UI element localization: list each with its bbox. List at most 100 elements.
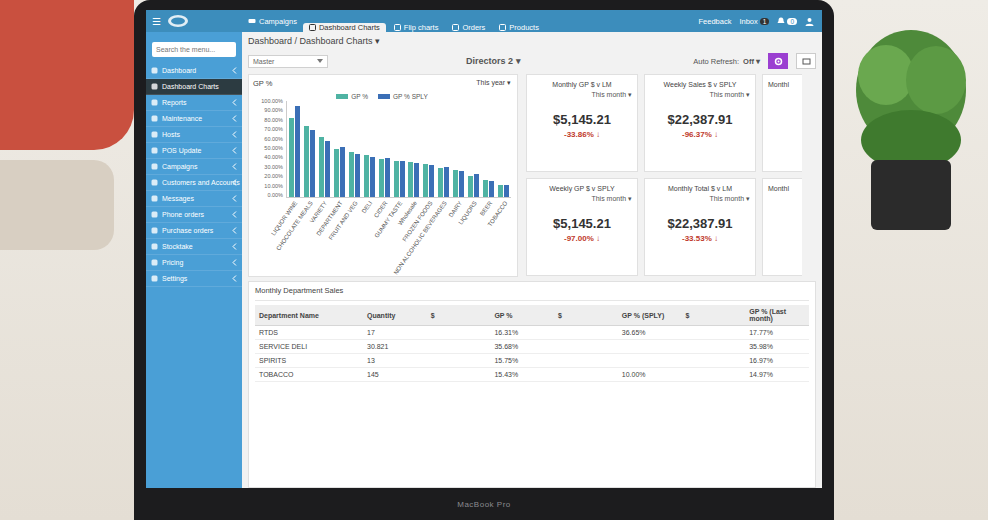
alerts-button[interactable]: 0 (777, 17, 797, 25)
sidebar-item[interactable]: Maintenance (146, 111, 242, 127)
tab[interactable]: Products (493, 23, 545, 32)
campaigns-link[interactable]: Campaigns (242, 17, 303, 26)
tab[interactable]: Dashboard Charts (303, 23, 386, 32)
bar[interactable] (429, 165, 434, 197)
legend-item[interactable]: GP % SPLY (378, 91, 428, 101)
table-row[interactable]: SPIRITS1315.75%16.97% (255, 354, 809, 368)
card-period-select[interactable]: This month ▾ (709, 91, 750, 99)
chair (0, 160, 114, 250)
table-header[interactable]: $ (554, 305, 618, 326)
user-icon[interactable] (805, 17, 814, 26)
bar[interactable] (408, 162, 413, 197)
table-row[interactable]: RTDS1716.31%36.65%17.77% (255, 326, 809, 340)
expand-button[interactable] (796, 53, 816, 69)
tab[interactable]: Flip charts (388, 23, 445, 32)
table-header[interactable]: GP % (SPLY) (618, 305, 682, 326)
sidebar-item[interactable]: Customers and Accounts (146, 175, 242, 191)
card-period-select[interactable]: This month ▾ (591, 195, 632, 203)
y-tick: 70.00% (264, 126, 283, 132)
bar[interactable] (310, 130, 315, 197)
table-header[interactable]: GP % (490, 305, 554, 326)
x-label: FRUIT AND VEG (327, 200, 358, 241)
bar[interactable] (498, 185, 503, 197)
menu-button[interactable]: ☰ (152, 16, 161, 27)
bar[interactable] (483, 180, 488, 197)
legend-item[interactable]: GP % (336, 91, 368, 101)
breadcrumb[interactable]: Dashboard / Dashboard Charts ▾ (248, 36, 822, 48)
x-label-cell: LIQUORS (466, 198, 481, 272)
sidebar-item[interactable]: Hosts (146, 127, 242, 143)
dashboard-title[interactable]: Directors 2 ▾ (466, 56, 521, 66)
bar[interactable] (334, 149, 339, 197)
bar[interactable] (504, 185, 509, 197)
tab-icon (452, 24, 459, 31)
bar[interactable] (289, 118, 294, 197)
card-change: -33.53% ↓ (682, 234, 718, 243)
bar[interactable] (453, 170, 458, 197)
bar[interactable] (489, 181, 494, 197)
sidebar-item[interactable]: Campaigns (146, 159, 242, 175)
bar[interactable] (423, 164, 428, 197)
sidebar-item[interactable]: Messages (146, 191, 242, 207)
bar[interactable] (468, 176, 473, 197)
bar[interactable] (414, 163, 419, 197)
store-select[interactable]: Master (248, 55, 328, 68)
table-header[interactable]: Quantity (363, 305, 427, 326)
card-period-select[interactable]: This month ▾ (709, 195, 750, 203)
bar[interactable] (459, 171, 464, 197)
feedback-link[interactable]: Feedback (698, 17, 731, 26)
bar[interactable] (394, 161, 399, 197)
sidebar-item[interactable]: Dashboard (146, 63, 242, 79)
menu-item-icon (151, 179, 158, 186)
table-header[interactable]: GP % (Last month) (745, 305, 809, 326)
card-period-select[interactable]: This month ▾ (591, 91, 632, 99)
sidebar-item[interactable]: Stocktake (146, 239, 242, 255)
table-cell: 30.821 (363, 340, 427, 354)
sidebar-item[interactable]: Reports (146, 95, 242, 111)
bar[interactable] (355, 154, 360, 197)
sidebar-item[interactable]: Pricing (146, 255, 242, 271)
plant-icon (841, 20, 981, 230)
bar[interactable] (444, 167, 449, 197)
bar[interactable] (340, 147, 345, 197)
chart-header: GP %This year ▾ (253, 79, 511, 91)
tab-bar: Dashboard ChartsFlip chartsOrdersProduct… (303, 10, 545, 32)
table-cell: 16.97% (745, 354, 809, 368)
table-header[interactable]: Department Name (255, 305, 363, 326)
menu-item-icon (151, 67, 158, 74)
x-label: BEER (479, 200, 493, 217)
sidebar-item[interactable]: Settings (146, 271, 242, 287)
bar[interactable] (319, 137, 324, 197)
bar[interactable] (304, 126, 309, 197)
app-body: DashboardDashboard ChartsReportsMaintena… (146, 32, 822, 488)
table-row[interactable]: SERVICE DELI30.82135.68%35.98% (255, 340, 809, 354)
table-header[interactable]: $ (427, 305, 491, 326)
auto-refresh-select[interactable]: Off ▾ (743, 57, 760, 66)
sidebar-item[interactable]: Dashboard Charts (146, 79, 242, 95)
chevron-left-icon (232, 243, 237, 250)
bar[interactable] (385, 158, 390, 197)
sidebar-item[interactable]: POS Update (146, 143, 242, 159)
chevron-left-icon (232, 147, 237, 154)
bar[interactable] (438, 168, 443, 197)
bar[interactable] (349, 152, 354, 197)
sidebar-item[interactable]: Phone orders (146, 207, 242, 223)
settings-button[interactable] (768, 53, 788, 69)
bar[interactable] (295, 106, 300, 197)
table-header[interactable]: $ (682, 305, 746, 326)
y-tick: 40.00% (264, 154, 283, 160)
bar[interactable] (364, 155, 369, 197)
sidebar-item[interactable]: Purchase orders (146, 223, 242, 239)
bar[interactable] (474, 174, 479, 197)
bar[interactable] (325, 141, 330, 197)
inbox-link[interactable]: Inbox 1 (739, 17, 769, 26)
bar[interactable] (379, 159, 384, 197)
chart-period-select[interactable]: This year ▾ (476, 79, 511, 91)
bar[interactable] (370, 157, 375, 197)
tab[interactable]: Orders (446, 23, 491, 32)
table-row[interactable]: TOBACCO14515.43%10.00%14.97% (255, 368, 809, 382)
bar-group (436, 101, 451, 197)
bar[interactable] (400, 161, 405, 197)
controls-row: MasterDirectors 2 ▾Auto Refresh:Off ▾ (248, 52, 822, 70)
search-input[interactable] (152, 42, 236, 57)
